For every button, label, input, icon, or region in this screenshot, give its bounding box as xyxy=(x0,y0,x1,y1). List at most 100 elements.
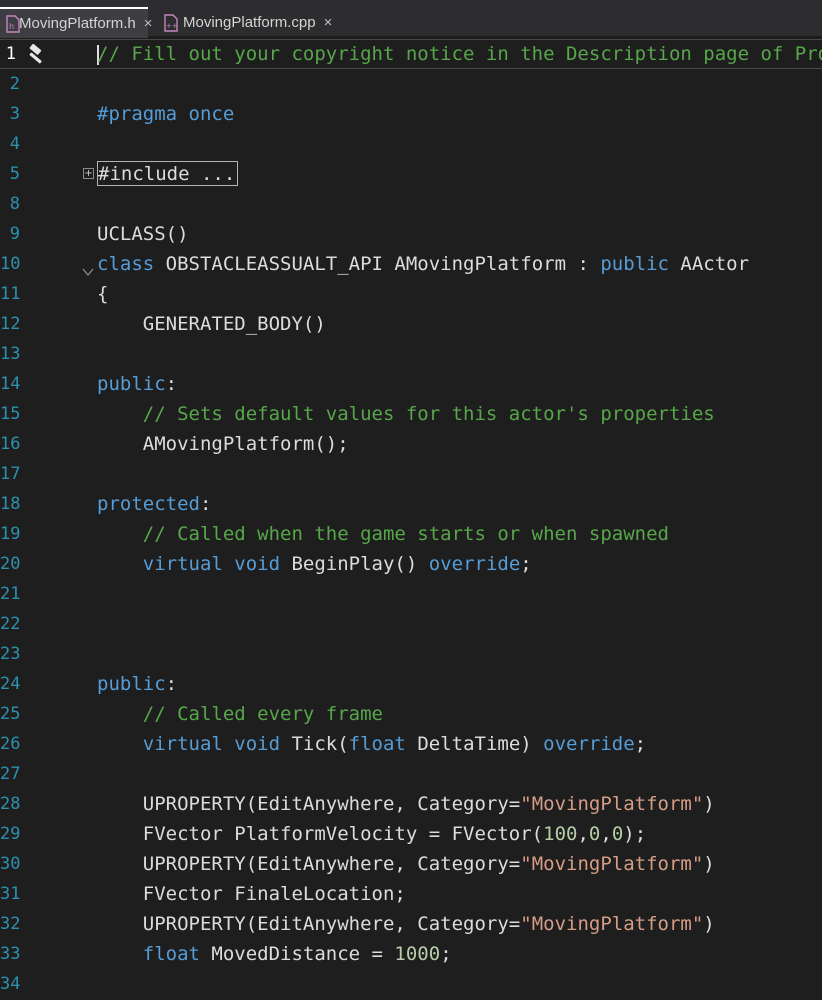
close-icon[interactable]: × xyxy=(324,14,333,31)
code-line[interactable]: 29 FVector PlatformVelocity = FVector(10… xyxy=(0,819,822,849)
code-text[interactable]: // Called when the game starts or when s… xyxy=(97,519,669,549)
code-line[interactable]: 22 xyxy=(0,609,822,639)
code-line[interactable]: 34 xyxy=(0,969,822,999)
code-line[interactable]: 17 xyxy=(0,459,822,489)
code-token: , xyxy=(577,823,589,845)
code-text[interactable]: UPROPERTY(EditAnywhere, Category="Moving… xyxy=(97,789,715,819)
code-line[interactable]: 19 // Called when the game starts or whe… xyxy=(0,519,822,549)
expand-icon[interactable]: + xyxy=(83,168,94,179)
code-line[interactable]: 9 UCLASS() xyxy=(0,219,822,249)
code-token: MovedDistance = xyxy=(199,943,395,965)
code-token: override xyxy=(543,733,635,755)
code-text[interactable]: float MovedDistance = 1000; xyxy=(97,939,452,969)
code-text[interactable]: UPROPERTY(EditAnywhere, Category="Moving… xyxy=(97,849,715,879)
code-line[interactable]: 14 public: xyxy=(0,369,822,399)
code-line[interactable]: 4 xyxy=(0,129,822,159)
code-line[interactable]: 16 AMovingPlatform(); xyxy=(0,429,822,459)
code-text[interactable]: AMovingPlatform(); xyxy=(97,429,349,459)
code-line[interactable]: 25 // Called every frame xyxy=(0,699,822,729)
line-number: 4 xyxy=(9,134,20,154)
svg-text:h: h xyxy=(9,22,14,31)
code-line[interactable]: 20 virtual void BeginPlay() override; xyxy=(0,549,822,579)
code-token: ) xyxy=(703,913,715,935)
line-number: 15 xyxy=(0,404,21,424)
code-line[interactable]: 23 xyxy=(0,639,822,669)
code-line[interactable]: 18 protected: xyxy=(0,489,822,519)
line-number: 32 xyxy=(0,914,21,934)
code-text[interactable]: public: xyxy=(97,669,177,699)
code-token: virtual void xyxy=(97,733,281,755)
line-number: 27 xyxy=(0,764,21,784)
code-text[interactable]: public: xyxy=(97,369,177,399)
code-line[interactable]: 12 GENERATED_BODY() xyxy=(0,309,822,339)
line-number: 13 xyxy=(0,344,21,364)
code-text[interactable]: class OBSTACLEASSUALT_API AMovingPlatfor… xyxy=(97,249,749,279)
code-text[interactable]: virtual void Tick(float DeltaTime) overr… xyxy=(97,729,646,759)
code-editor[interactable]: 1 // Fill out your copyright notice in th… xyxy=(0,38,822,1000)
code-text[interactable]: FVector PlatformVelocity = FVector(100,0… xyxy=(97,819,646,849)
code-text[interactable]: { xyxy=(97,279,108,309)
code-token: float xyxy=(97,943,200,965)
code-token: UPROPERTY(EditAnywhere, Category= xyxy=(97,913,521,935)
code-text[interactable]: #include ... xyxy=(97,159,239,189)
line-number: 31 xyxy=(0,884,21,904)
code-token: "MovingPlatform" xyxy=(520,853,704,875)
code-text[interactable]: // Fill out your copyright notice in the… xyxy=(97,40,822,68)
code-token: class xyxy=(97,253,155,275)
collapsed-region[interactable]: #include ... xyxy=(97,161,239,186)
code-line[interactable]: 27 xyxy=(0,759,822,789)
code-token: GENERATED_BODY() xyxy=(97,313,326,335)
code-line[interactable]: 26 virtual void Tick(float DeltaTime) ov… xyxy=(0,729,822,759)
close-icon[interactable]: × xyxy=(144,15,153,32)
code-line[interactable]: 15 // Sets default values for this actor… xyxy=(0,399,822,429)
code-text[interactable]: virtual void BeginPlay() override; xyxy=(97,549,532,579)
code-line[interactable]: 32 UPROPERTY(EditAnywhere, Category="Mov… xyxy=(0,909,822,939)
code-token: AActor xyxy=(668,253,750,275)
code-token: : xyxy=(165,373,178,395)
code-text[interactable]: protected: xyxy=(97,489,211,519)
code-text[interactable]: // Sets default values for this actor's … xyxy=(97,399,715,429)
line-number: 22 xyxy=(0,614,21,634)
code-line[interactable]: 3 #pragma once xyxy=(0,99,822,129)
code-token: ; xyxy=(634,733,647,755)
code-token: 0 xyxy=(588,823,601,845)
code-text[interactable]: // Called every frame xyxy=(97,699,383,729)
code-token: UPROPERTY(EditAnywhere, Category= xyxy=(97,853,521,875)
code-text[interactable]: UPROPERTY(EditAnywhere, Category="Moving… xyxy=(97,909,715,939)
code-text[interactable]: GENERATED_BODY() xyxy=(97,309,326,339)
tab-label: MovingPlatform.h xyxy=(19,15,136,32)
code-line[interactable]: 28 UPROPERTY(EditAnywhere, Category="Mov… xyxy=(0,789,822,819)
code-line[interactable]: 33 float MovedDistance = 1000; xyxy=(0,939,822,969)
line-number: 3 xyxy=(9,104,20,124)
code-token: #pragma once xyxy=(97,103,235,125)
code-line[interactable]: 5 + #include ... xyxy=(0,159,822,189)
code-token: 0 xyxy=(611,823,624,845)
code-line[interactable]: 24 public: xyxy=(0,669,822,699)
line-number: 34 xyxy=(0,974,21,994)
tab-movingplatform-cpp[interactable]: ++ MovingPlatform.cpp × xyxy=(158,7,333,38)
line-number: 16 xyxy=(0,434,21,454)
tab-movingplatform-h[interactable]: h MovingPlatform.h × xyxy=(0,7,152,38)
code-line[interactable]: 1 // Fill out your copyright notice in th… xyxy=(0,39,822,69)
code-line[interactable]: 13 xyxy=(0,339,822,369)
code-token: 100 xyxy=(543,823,578,845)
code-line[interactable]: 10 class OBSTACLEASSUALT_API AMovingPlatf… xyxy=(0,249,822,279)
code-line[interactable]: 30 UPROPERTY(EditAnywhere, Category="Mov… xyxy=(0,849,822,879)
code-text[interactable]: UCLASS() xyxy=(97,219,189,249)
line-number: 28 xyxy=(0,794,21,814)
code-line[interactable]: 31 FVector FinaleLocation; xyxy=(0,879,822,909)
code-line[interactable]: 11 { xyxy=(0,279,822,309)
code-token: // Called every frame xyxy=(97,703,383,725)
code-token: , xyxy=(600,823,612,845)
code-text[interactable]: FVector FinaleLocation; xyxy=(97,879,406,909)
code-line[interactable]: 21 xyxy=(0,579,822,609)
code-token: ; xyxy=(520,553,532,575)
code-text[interactable]: #pragma once xyxy=(97,99,234,129)
tab-label: MovingPlatform.cpp xyxy=(183,14,316,31)
code-token: UPROPERTY(EditAnywhere, Category= xyxy=(97,793,521,815)
code-token: public xyxy=(600,253,669,275)
code-line[interactable]: 8 xyxy=(0,189,822,219)
cpp-file-icon: ++ xyxy=(164,13,178,32)
line-number: 21 xyxy=(0,584,21,604)
code-line[interactable]: 2 xyxy=(0,69,822,99)
